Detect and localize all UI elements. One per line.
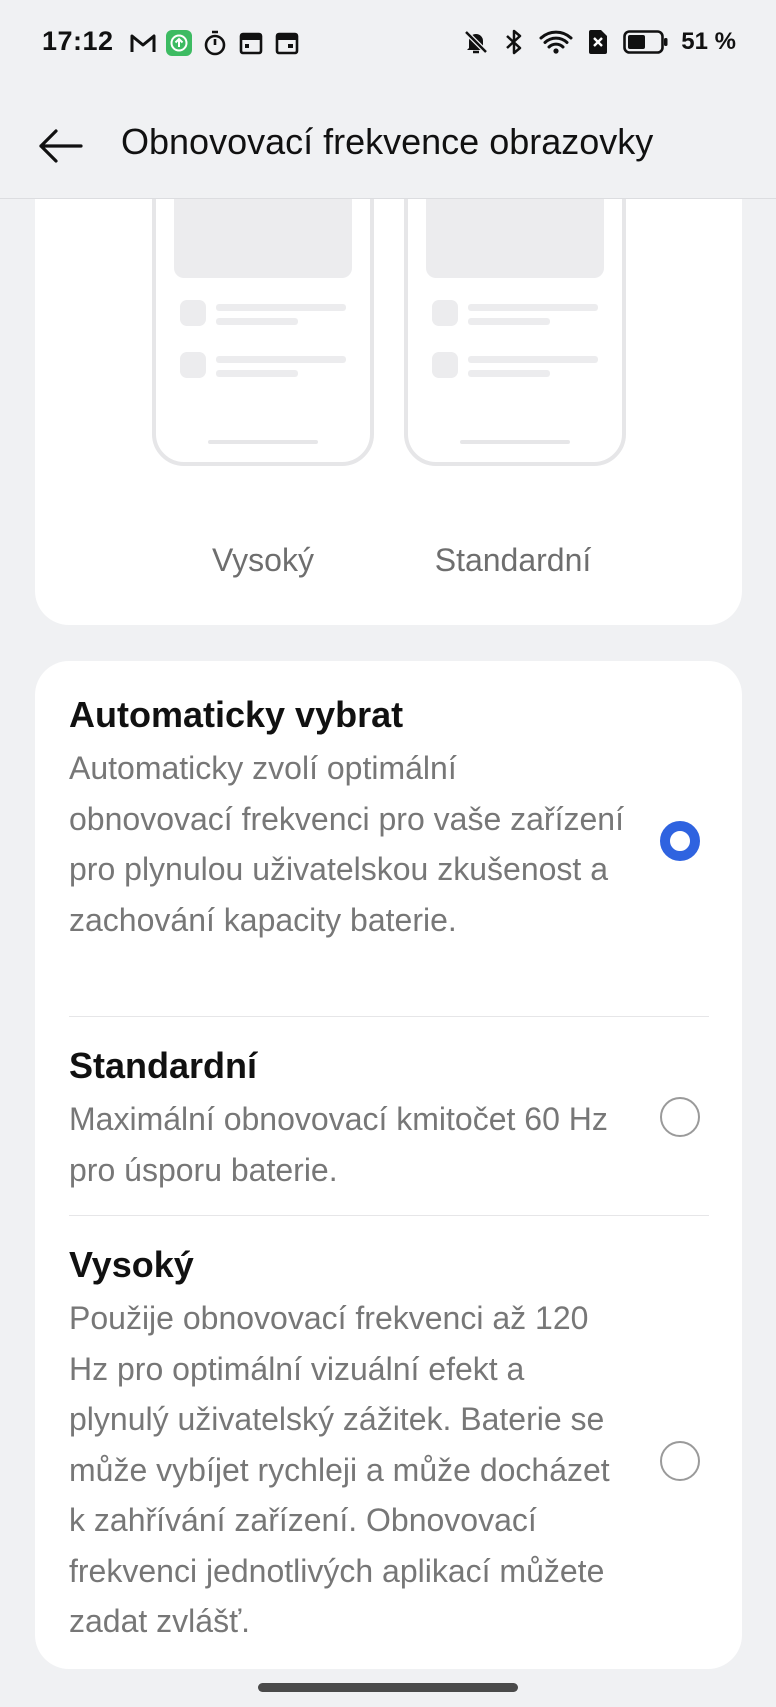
bluetooth-icon: [501, 29, 527, 55]
system-icons: 51 %: [463, 28, 736, 56]
preview-label-standard: Standardní: [434, 542, 592, 578]
divider: [69, 1215, 709, 1216]
battery-icon: [623, 29, 669, 55]
notification-icons: [130, 30, 300, 56]
gmail-icon: [130, 30, 156, 56]
option-high-description: Použije obnovovací frekvenci až 120 Hz p…: [69, 1300, 610, 1639]
option-high-radio[interactable]: [660, 1441, 700, 1481]
calendar-icon: [238, 30, 264, 56]
option-auto-radio[interactable]: [660, 821, 700, 861]
home-indicator[interactable]: [258, 1683, 518, 1692]
option-standard-description: Maximální obnovovací kmitočet 60 Hz pro …: [69, 1101, 608, 1188]
divider: [69, 1016, 709, 1017]
option-auto[interactable]: Automaticky vybrat Automaticky zvolí opt…: [69, 691, 709, 945]
preview-card: Vysoký Standardní: [35, 150, 742, 625]
option-high-title: Vysoký: [69, 1244, 194, 1285]
battery-percentage: 51 %: [681, 28, 736, 55]
calendar-alt-icon: [274, 30, 300, 56]
option-standard-title: Standardní: [69, 1045, 258, 1086]
option-auto-title: Automaticky vybrat: [69, 694, 404, 735]
status-bar: 17:12 51 %: [0, 0, 776, 88]
timer-icon: [202, 30, 228, 56]
page-title: Obnovovací frekvence obrazovky: [121, 121, 654, 162]
option-auto-description: Automaticky zvolí optimální obnovovací f…: [69, 750, 624, 938]
status-time: 17:12: [42, 26, 114, 56]
preview-label-high: Vysoký: [212, 542, 314, 578]
option-standard-radio[interactable]: [660, 1097, 700, 1137]
option-standard[interactable]: Standardní Maximální obnovovací kmitočet…: [69, 1042, 709, 1195]
option-high[interactable]: Vysoký Použije obnovovací frekvenci až 1…: [69, 1241, 709, 1647]
back-arrow-icon: [39, 129, 83, 163]
back-button[interactable]: [30, 116, 90, 176]
app-update-icon: [166, 30, 192, 56]
mute-icon: [463, 29, 489, 55]
wifi-icon: [539, 29, 573, 55]
no-sim-icon: [585, 29, 611, 55]
app-header: Obnovovací frekvence obrazovky: [0, 88, 776, 199]
refresh-rate-options: Automaticky vybrat Automaticky zvolí opt…: [35, 661, 742, 1669]
